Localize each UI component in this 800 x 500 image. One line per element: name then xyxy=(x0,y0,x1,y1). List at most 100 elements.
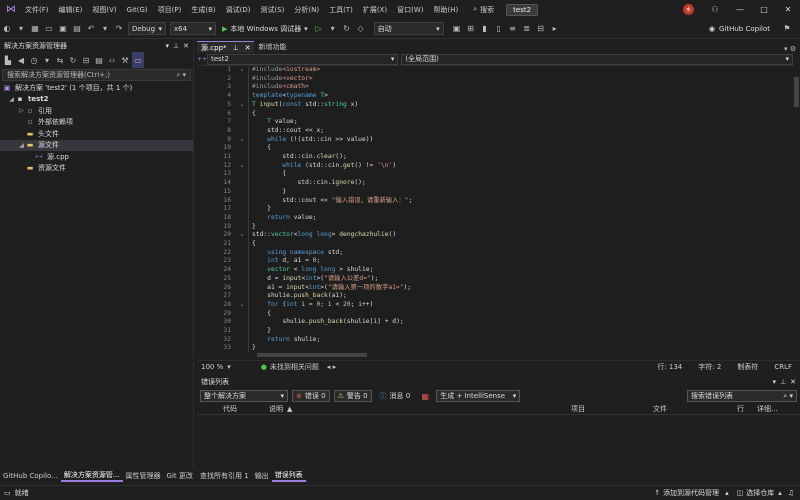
show-all-icon[interactable]: ▤ xyxy=(93,52,105,68)
account-icon[interactable]: ⚇ xyxy=(708,2,722,18)
dropdown-arrow-icon[interactable]: ▾ xyxy=(41,52,53,68)
line-indicator[interactable]: 行: 134 xyxy=(649,362,690,372)
scope-select[interactable]: 整个解决方案 ▾ xyxy=(200,390,288,402)
menu-help[interactable]: 帮助(H) xyxy=(428,5,463,15)
fold-toggle-icon[interactable]: ⌄ xyxy=(237,136,247,145)
error-search-input[interactable]: 搜索错误列表 ⌕ ▾ xyxy=(687,390,797,402)
properties-icon[interactable]: ⚒ xyxy=(119,52,131,68)
menu-project[interactable]: 项目(P) xyxy=(153,5,187,15)
close-button[interactable]: ✕ xyxy=(776,0,800,19)
tab-list-icon[interactable]: ▾ ⚙ xyxy=(784,45,800,53)
project-scope-select[interactable]: test2 ▾ xyxy=(207,53,399,65)
warnings-filter-button[interactable]: ⚠ 警告 0 xyxy=(333,390,372,402)
chevron-down-icon[interactable]: ◢ xyxy=(8,96,15,103)
start-without-debugging-icon[interactable]: ▷ xyxy=(312,21,326,37)
tab-property-manager[interactable]: 属性管理器 xyxy=(123,471,164,481)
zoom-level[interactable]: 100 % xyxy=(197,363,227,371)
tab-find-all-references[interactable]: 查找所有引用 1 xyxy=(197,471,252,481)
column-description[interactable]: 说明 xyxy=(269,404,283,414)
tree-item-project[interactable]: ◢ ▪ test2 xyxy=(0,94,193,106)
avatar[interactable]: 水 xyxy=(683,4,694,15)
close-icon[interactable]: ✕ xyxy=(790,378,796,386)
refresh-icon[interactable]: ↻ xyxy=(67,52,79,68)
menu-build[interactable]: 生成(B) xyxy=(186,5,220,15)
notifications-icon[interactable]: ♫ xyxy=(782,489,800,497)
char-indicator[interactable]: 字符: 2 xyxy=(690,362,729,372)
fold-toggle-icon[interactable]: ⌄ xyxy=(237,162,247,171)
dropdown-arrow-icon[interactable]: ▾ xyxy=(14,21,28,37)
feedback-icon[interactable]: ⚑ xyxy=(780,21,794,37)
column-line[interactable]: 行 xyxy=(737,404,744,414)
new-item-icon[interactable]: ▦ xyxy=(28,21,42,37)
add-to-source-control[interactable]: 添加到源代码管理 xyxy=(660,488,725,498)
tree-item-header-files[interactable]: ▬ 头文件 xyxy=(0,128,193,140)
column-project[interactable]: 项目 xyxy=(571,404,585,414)
scroll-thumb[interactable] xyxy=(794,77,799,107)
tree-item-resource-files[interactable]: ▬ 资源文件 xyxy=(0,163,193,175)
select-repository[interactable]: 选择仓库 xyxy=(746,488,778,498)
global-scope-select[interactable]: (全局范围) ▾ xyxy=(401,53,793,65)
tab-solution-explorer[interactable]: 解决方案资源管... xyxy=(60,470,123,482)
pin-icon[interactable]: ⊥ xyxy=(232,44,238,52)
scroll-thumb[interactable] xyxy=(257,353,367,357)
open-folder-icon[interactable]: ▭ xyxy=(42,21,56,37)
minimize-button[interactable]: — xyxy=(728,0,752,19)
dropdown-arrow-icon[interactable]: ▾ xyxy=(98,21,112,37)
line-ending-indicator[interactable]: CRLF xyxy=(766,363,800,371)
collapse-all-icon[interactable]: ⊟ xyxy=(80,52,92,68)
horizontal-scrollbar[interactable] xyxy=(197,352,793,358)
chevron-down-icon[interactable]: ▾ xyxy=(166,42,170,50)
tree-item-source-cpp[interactable]: ++ 源.cpp xyxy=(0,151,193,163)
messages-filter-button[interactable]: ⓘ 消息 0 xyxy=(376,390,415,402)
menu-file[interactable]: 文件(F) xyxy=(20,5,54,15)
tab-source-cpp[interactable]: 源.cpp* ⊥ ✕ xyxy=(197,41,255,53)
close-icon[interactable]: ✕ xyxy=(183,42,189,50)
auto-select[interactable]: 自动 ▾ xyxy=(373,22,444,35)
bookmark-icon[interactable]: ▮ xyxy=(478,21,492,37)
preview-icon[interactable]: ▭ xyxy=(132,52,144,68)
menu-git[interactable]: Git(G) xyxy=(122,6,153,14)
menu-tools[interactable]: 工具(T) xyxy=(324,5,358,15)
solution-search-input[interactable]: 搜索解决方案资源管理器(Ctrl+;) ⌕ ▾ xyxy=(2,69,191,81)
tree-item-references[interactable]: ▷ ▫ 引用 xyxy=(0,105,193,117)
column-file[interactable]: 文件 xyxy=(653,404,667,414)
fold-toggle-icon[interactable]: ⌄ xyxy=(237,66,247,75)
sync-icon[interactable]: ⇆ xyxy=(54,52,66,68)
vertical-scrollbar[interactable] xyxy=(793,53,800,358)
chevron-down-icon[interactable]: ▾ xyxy=(773,378,777,386)
code-view-icon[interactable]: ‹› xyxy=(106,52,118,68)
column-code[interactable]: 代码 xyxy=(223,404,237,414)
hot-reload-icon[interactable]: ↻ xyxy=(340,21,354,37)
errors-filter-button[interactable]: ⊗ 错误 0 xyxy=(292,390,330,402)
toolbar-options-icon[interactable]: ▸ xyxy=(548,21,562,37)
outdent-icon[interactable]: ≣ xyxy=(520,21,534,37)
tab-github-copilot[interactable]: GitHub Copilo... xyxy=(0,472,61,480)
search-button[interactable]: ⌕ 搜索 xyxy=(469,5,498,15)
code-editor[interactable]: 1 2 3 4 5 6 7 8 9 10 11 12 13 14 15 16 17 18 19 20 21 22 23 24 2… xyxy=(197,66,793,358)
menu-edit[interactable]: 编辑(E) xyxy=(54,5,88,15)
fold-toggle-icon[interactable]: ⌄ xyxy=(237,101,247,110)
undo-icon[interactable]: ↶ xyxy=(84,21,98,37)
platform-select[interactable]: x64 ▾ xyxy=(170,22,216,35)
tree-item-external-deps[interactable]: ▫ 外部依赖项 xyxy=(0,117,193,129)
save-all-icon[interactable]: ▤ xyxy=(70,21,84,37)
breakpoint-icon[interactable]: ◇ xyxy=(354,21,368,37)
tab-whats-new[interactable]: 新增功能 xyxy=(254,41,290,53)
menu-extensions[interactable]: 扩展(X) xyxy=(358,5,392,15)
configuration-select[interactable]: Debug ▾ xyxy=(128,22,166,35)
maximize-button[interactable]: □ xyxy=(752,0,776,19)
column-detail[interactable]: 详细... xyxy=(757,404,778,414)
tree-item-solution[interactable]: ▣ 解决方案 'test2' (1 个项目，共 1 个) xyxy=(0,82,193,94)
build-filter-select[interactable]: 生成 + IntelliSense ▾ xyxy=(436,390,521,402)
menu-analyze[interactable]: 分析(N) xyxy=(289,5,324,15)
menu-window[interactable]: 窗口(W) xyxy=(392,5,428,15)
redo-icon[interactable]: ↷ xyxy=(112,21,126,37)
menu-debug[interactable]: 调试(D) xyxy=(221,5,256,15)
find-icon[interactable]: ⊞ xyxy=(464,21,478,37)
pin-icon[interactable]: ⊥ xyxy=(780,378,786,386)
issues-nav-icon[interactable]: ◂ ▸ xyxy=(327,363,336,371)
chevron-down-icon[interactable]: ◢ xyxy=(18,142,25,149)
fold-toggle-icon[interactable]: ⌄ xyxy=(237,231,247,240)
back-icon[interactable]: ◀ xyxy=(15,52,27,68)
history-icon[interactable]: ◷ xyxy=(28,52,40,68)
